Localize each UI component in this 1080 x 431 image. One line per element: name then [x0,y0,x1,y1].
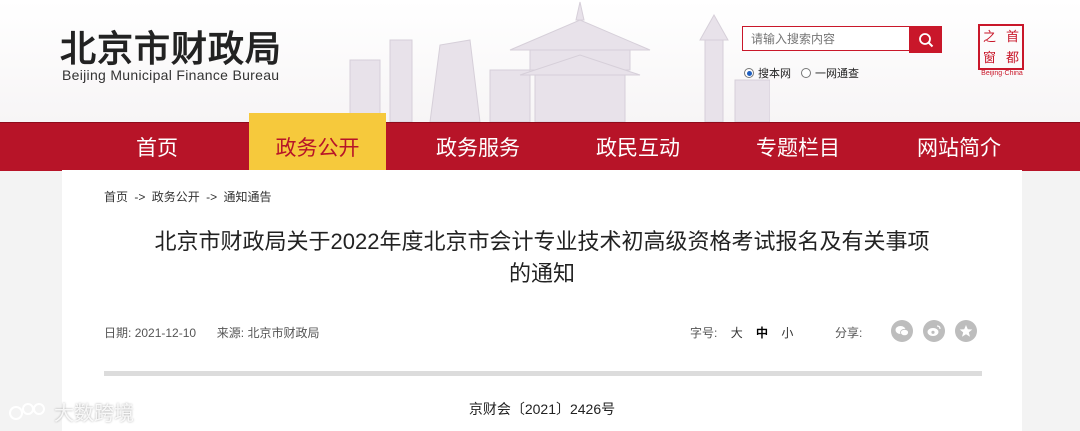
beijing-skyline-illustration [349,1,770,122]
search-input[interactable] [742,26,914,51]
source-value: 北京市财政局 [247,326,320,340]
article-title-line1: 北京市财政局关于2022年度北京市会计专业技术初高级资格考试报名及有关事项 [154,229,930,254]
svg-text:窗: 窗 [983,50,996,66]
search-scope-group: 搜本网 一网通查 [744,65,859,81]
share-label: 分享: [835,326,863,340]
search-box [742,26,942,53]
nav-about-site[interactable]: 网站简介 [891,123,1027,171]
capital-window-seal-logo[interactable]: 首 都 之 窗 [976,22,1026,72]
wechat-share-icon[interactable] [891,320,913,342]
scope-option-site-label: 搜本网 [758,68,791,80]
nav-gov-affairs-public[interactable]: 政务公开 [249,113,386,171]
breadcrumb-home[interactable]: 首页 [104,190,128,204]
site-logo-subtitle: Beijing Municipal Finance Bureau [62,67,280,83]
watermark-logo-icon [9,402,45,420]
share-icons [891,320,977,342]
search-button[interactable] [909,26,942,53]
site-logo-title[interactable]: 北京市财政局 [60,20,282,72]
font-size-large[interactable]: 大 [731,326,743,340]
watermark-text: 大数跨境 [54,403,134,425]
publish-date: 2021-12-10 [134,326,197,340]
document-number: 京财会〔2021〕2426号 [468,401,616,417]
breadcrumb-separator: -> [206,190,218,204]
font-size-medium[interactable]: 中 [756,326,768,340]
radio-icon[interactable] [801,68,811,78]
nav-gov-services[interactable]: 政务服务 [410,123,546,171]
svg-text:之: 之 [983,30,996,45]
watermark: 大数跨境 [8,397,134,426]
meta-divider [104,371,982,376]
font-size-switcher: 字号: 大 中 小 [690,324,793,341]
seal-caption: Beijing·China [981,70,1023,77]
nav-special-topics[interactable]: 专题栏目 [730,123,866,171]
site-header: 北京市财政局 Beijing Municipal Finance Bureau … [0,0,1080,122]
nav-interaction[interactable]: 政民互动 [570,123,706,171]
breadcrumb: 首页 -> 政务公开 -> 通知通告 [104,188,274,205]
font-size-small[interactable]: 小 [781,326,793,340]
font-size-label: 字号: [690,326,718,340]
breadcrumb-separator: -> [134,190,146,204]
article-title: 北京市财政局关于2022年度北京市会计专业技术初高级资格考试报名及有关事项 的通… [92,226,992,290]
radio-icon-selected[interactable] [744,68,754,78]
main-nav: 首页 政务公开 政务服务 政民互动 专题栏目 网站简介 [0,113,1080,171]
nav-home[interactable]: 首页 [89,123,225,171]
scope-option-all-label: 一网通查 [815,68,859,80]
scope-option-all[interactable]: 一网通查 [801,65,859,81]
search-icon [918,32,933,47]
svg-text:首: 首 [1006,30,1019,45]
source-label: 来源: [216,326,245,340]
date-label: 日期: [104,326,132,340]
article-panel: 首页 -> 政务公开 -> 通知通告 北京市财政局关于2022年度北京市会计专业… [62,170,1022,431]
article-meta: 日期: 2021-12-10 来源: 北京市财政局 [104,324,319,341]
scope-option-site[interactable]: 搜本网 [744,65,791,81]
svg-text:都: 都 [1006,51,1019,66]
article-title-line2: 的通知 [508,261,575,286]
favorite-star-icon[interactable] [955,320,977,342]
breadcrumb-gov-affairs[interactable]: 政务公开 [152,190,200,204]
breadcrumb-notices[interactable]: 通知通告 [223,190,271,204]
weibo-share-icon[interactable] [923,320,945,342]
